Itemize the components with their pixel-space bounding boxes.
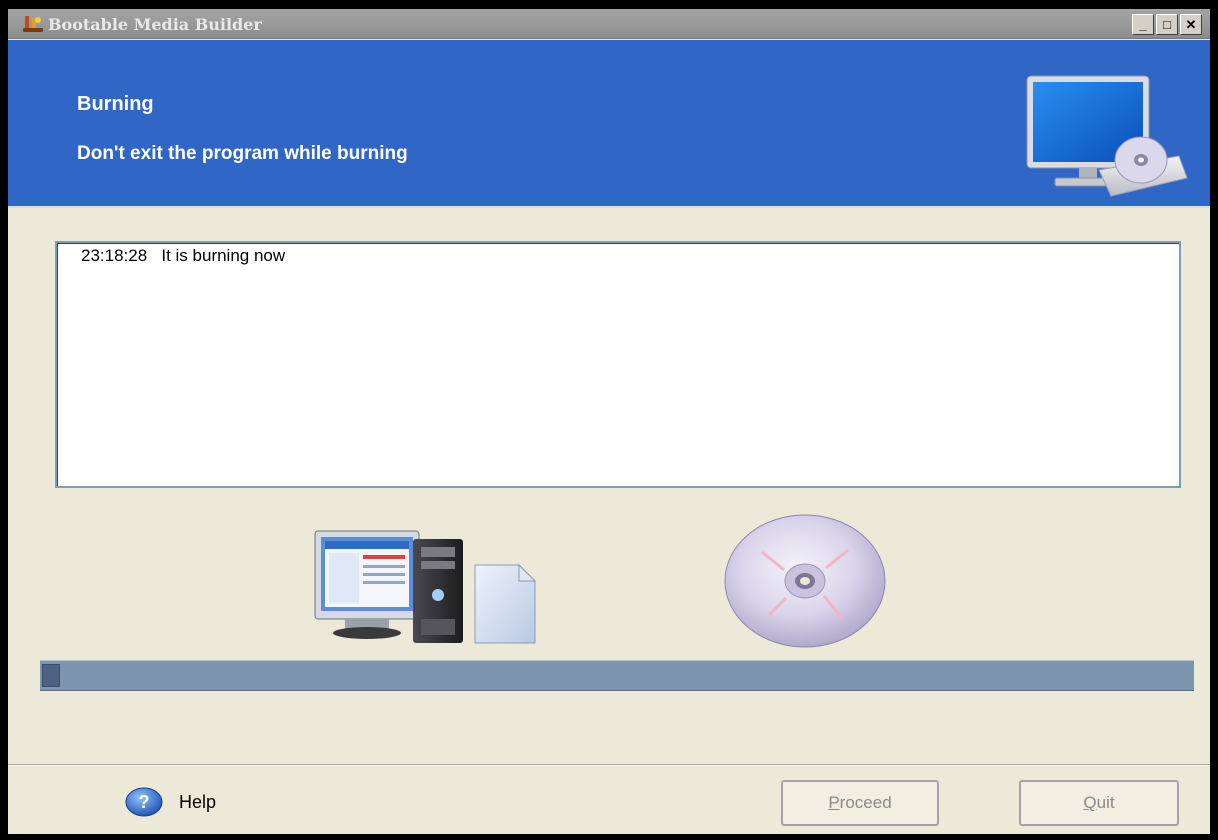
page-subtitle: Don't exit the program while burning xyxy=(77,143,408,164)
quit-label: uit xyxy=(1096,793,1115,812)
burn-progress-bar xyxy=(40,660,1194,691)
svg-text:?: ? xyxy=(139,792,150,812)
quit-button[interactable]: Quit xyxy=(1019,780,1179,826)
minimize-button[interactable]: _ xyxy=(1132,14,1154,35)
help-link[interactable]: Help xyxy=(179,792,216,813)
title-bar[interactable]: Bootable Media Builder _ □ ✕ xyxy=(8,9,1210,39)
app-icon xyxy=(23,16,43,32)
proceed-accel: P xyxy=(828,793,840,812)
page-title: Burning xyxy=(77,93,154,115)
log-entry: 23:18:28 It is burning now xyxy=(81,246,1179,266)
proceed-label: roceed xyxy=(839,793,892,812)
log-time: 23:18:28 xyxy=(81,246,148,265)
computer-icon xyxy=(314,530,537,644)
disc-icon xyxy=(724,514,886,648)
window-title: Bootable Media Builder xyxy=(48,15,262,34)
bootable-media-builder-window: Bootable Media Builder _ □ ✕ Burning Don… xyxy=(6,7,1212,836)
progress-fill xyxy=(42,664,60,687)
maximize-button[interactable]: □ xyxy=(1156,14,1178,35)
header-banner: Burning Don't exit the program while bur… xyxy=(8,40,1210,208)
log-message: It is burning now xyxy=(161,246,286,265)
monitor-disc-icon xyxy=(1026,75,1188,197)
close-button[interactable]: ✕ xyxy=(1180,14,1202,35)
burn-log[interactable]: 23:18:28 It is burning now xyxy=(55,241,1181,488)
quit-accel: Q xyxy=(1083,793,1097,812)
footer-divider xyxy=(8,764,1210,766)
help-icon[interactable]: ? xyxy=(125,787,163,817)
proceed-button[interactable]: Proceed xyxy=(781,780,939,826)
